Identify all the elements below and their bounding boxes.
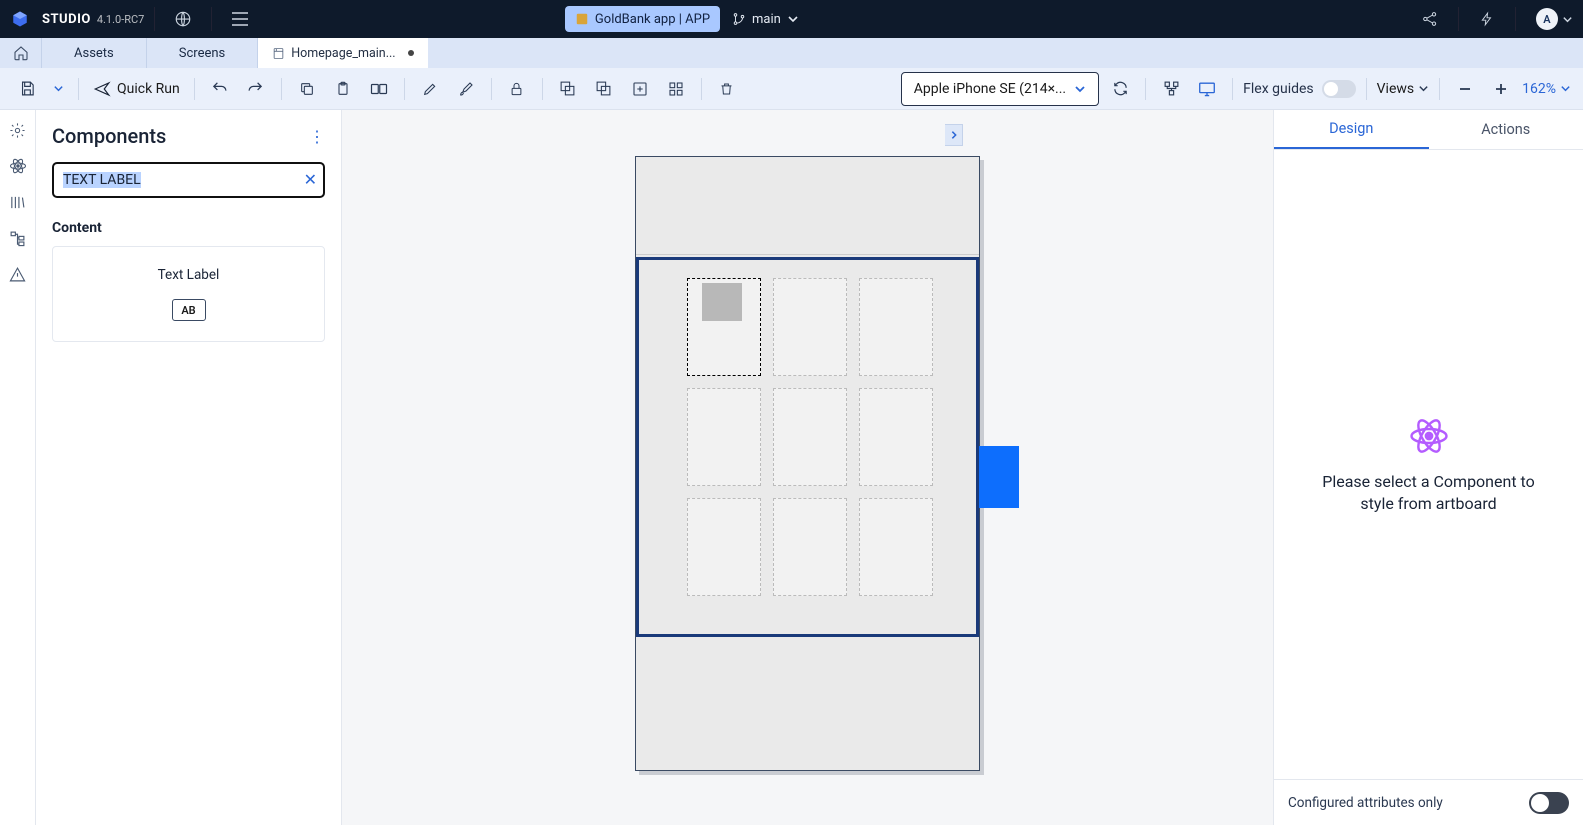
add-button[interactable] (625, 74, 655, 104)
share-icon[interactable] (1412, 0, 1448, 38)
file-tab[interactable]: Homepage_main... (258, 38, 427, 68)
chevron-down-icon (1560, 83, 1571, 94)
frame-body[interactable] (636, 257, 979, 637)
redo-button[interactable] (241, 74, 271, 104)
footer-label: Configured attributes only (1288, 795, 1443, 811)
quick-run-button[interactable]: Quick Run (89, 81, 184, 97)
copy-button[interactable] (292, 74, 322, 104)
section-content: Content (52, 220, 325, 236)
zoom-out-button[interactable] (1450, 74, 1480, 104)
panel-title: Components (52, 124, 166, 148)
grid-cell[interactable] (687, 498, 761, 596)
hamburger-menu-icon[interactable] (222, 0, 258, 38)
chevron-down-icon (1562, 14, 1573, 25)
grid-cell[interactable] (859, 388, 933, 486)
zoom-dropdown[interactable]: 162% (1522, 81, 1571, 97)
clear-search-button[interactable]: ✕ (304, 170, 317, 189)
grid-cell[interactable] (859, 498, 933, 596)
globe-icon[interactable] (165, 0, 201, 38)
warning-icon[interactable] (8, 264, 28, 284)
component-palette-item[interactable]: Text Label AB (52, 246, 325, 342)
grid-cell[interactable] (687, 278, 761, 376)
tab-design[interactable]: Design (1274, 110, 1429, 149)
device-selector[interactable]: Apple iPhone SE (214×... (901, 72, 1099, 106)
atom-icon[interactable] (8, 156, 28, 176)
grid-cell[interactable] (859, 278, 933, 376)
tab-screens[interactable]: Screens (147, 38, 258, 68)
properties-panel: Design Actions Please select a Component… (1273, 110, 1583, 825)
save-button[interactable] (12, 74, 42, 104)
gear-icon[interactable] (8, 120, 28, 140)
chevron-down-icon (1418, 83, 1429, 94)
device-frame[interactable] (635, 156, 980, 771)
flex-guides-label: Flex guides (1243, 81, 1314, 97)
bring-front-button[interactable] (553, 74, 583, 104)
chevron-down-icon (787, 13, 799, 25)
views-dropdown[interactable]: Views (1377, 81, 1430, 97)
tab-assets[interactable]: Assets (42, 38, 147, 68)
edit-button[interactable] (415, 74, 445, 104)
lightning-icon[interactable] (1469, 0, 1505, 38)
chevron-down-icon (1074, 83, 1086, 95)
zoom-label: 162% (1522, 81, 1556, 97)
tab-actions[interactable]: Actions (1429, 111, 1583, 148)
paste-button[interactable] (328, 74, 358, 104)
refresh-button[interactable] (1105, 74, 1135, 104)
quick-run-label: Quick Run (117, 81, 180, 97)
file-icon (272, 47, 285, 60)
app-pill-label: GoldBank app | APP (595, 12, 710, 27)
zoom-in-button[interactable] (1486, 74, 1516, 104)
brush-button[interactable] (451, 74, 481, 104)
grid-cell[interactable] (773, 278, 847, 376)
empty-state-message: Please select a Component to style from … (1310, 471, 1547, 514)
app-selector[interactable]: GoldBank app | APP (565, 6, 720, 32)
monitor-icon[interactable] (1192, 74, 1222, 104)
views-label: Views (1377, 81, 1415, 97)
grid-cell[interactable] (773, 388, 847, 486)
branch-label: main (752, 12, 781, 27)
app-logo (0, 10, 40, 28)
atom-icon (1408, 415, 1450, 457)
panel-menu-icon[interactable]: ⋮ (309, 127, 325, 146)
toggle-off-icon (1322, 80, 1356, 98)
device-label: Apple iPhone SE (214×... (914, 81, 1066, 97)
palette-item-label: Text Label (158, 267, 220, 283)
frame-header[interactable] (636, 157, 979, 255)
palette-item-thumb: AB (172, 299, 206, 321)
flex-guides-toggle[interactable]: Flex guides (1243, 80, 1356, 98)
unsaved-dot-icon (408, 50, 414, 56)
layout-tree-icon[interactable] (1156, 74, 1186, 104)
configured-only-toggle[interactable] (1529, 792, 1569, 814)
home-icon[interactable] (0, 38, 42, 68)
left-rail (0, 110, 36, 825)
workspace-tabs: Assets Screens Homepage_main... (0, 38, 1583, 68)
avatar: A (1536, 8, 1558, 30)
top-bar: STUDIO 4.1.0-RC7 GoldBank app | APP main… (0, 0, 1583, 38)
grid-cell[interactable] (773, 498, 847, 596)
frame-footer[interactable] (636, 637, 979, 767)
file-tab-label: Homepage_main... (291, 46, 395, 61)
studio-label: STUDIO (42, 12, 91, 27)
duplicate-button[interactable] (364, 74, 394, 104)
grid-button[interactable] (661, 74, 691, 104)
send-back-button[interactable] (589, 74, 619, 104)
user-menu[interactable]: A (1526, 0, 1583, 38)
tree-icon[interactable] (8, 228, 28, 248)
grid-cell[interactable] (687, 388, 761, 486)
version-label: 4.1.0-RC7 (97, 13, 145, 26)
save-dropdown[interactable] (48, 74, 68, 104)
branch-selector[interactable]: main (732, 12, 799, 27)
design-canvas[interactable] (342, 110, 1273, 825)
panel-collapse-button[interactable] (945, 124, 963, 146)
main-toolbar: Quick Run Apple iPhone SE (214×... Flex … (0, 68, 1583, 110)
component-search-input[interactable] (52, 162, 325, 198)
undo-button[interactable] (205, 74, 235, 104)
components-panel: Components ⋮ ✕ Content Text Label AB (36, 110, 342, 825)
lock-button[interactable] (502, 74, 532, 104)
delete-button[interactable] (712, 74, 742, 104)
library-icon[interactable] (8, 192, 28, 212)
selection-handle[interactable] (979, 446, 1019, 508)
